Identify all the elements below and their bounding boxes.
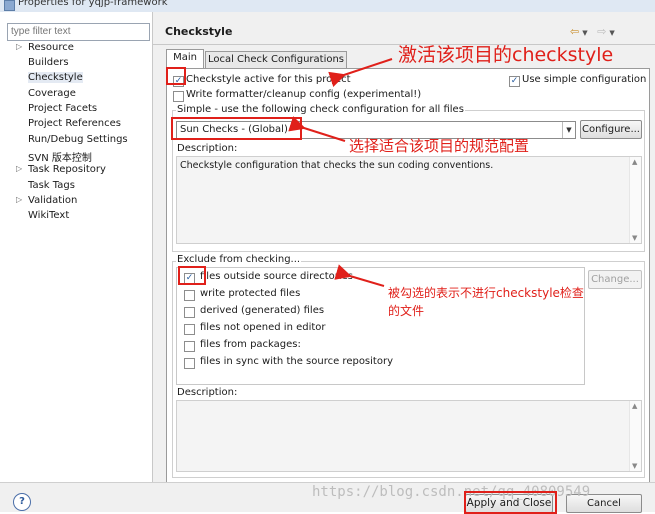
annotation-choose: 选择适合该项目的规范配置 bbox=[349, 137, 530, 155]
annotation-exclude-line1: 被勾选的表示不进行checkstyle检查 bbox=[388, 286, 584, 300]
annotation-arrows bbox=[288, 58, 393, 287]
arrow-exclude bbox=[334, 264, 385, 287]
arrow-choose bbox=[288, 116, 346, 142]
annotation-exclude-line2: 的文件 bbox=[388, 304, 425, 318]
arrow-activate bbox=[328, 58, 393, 88]
annotation-activate: 激活该项目的checkstyle bbox=[398, 44, 614, 66]
